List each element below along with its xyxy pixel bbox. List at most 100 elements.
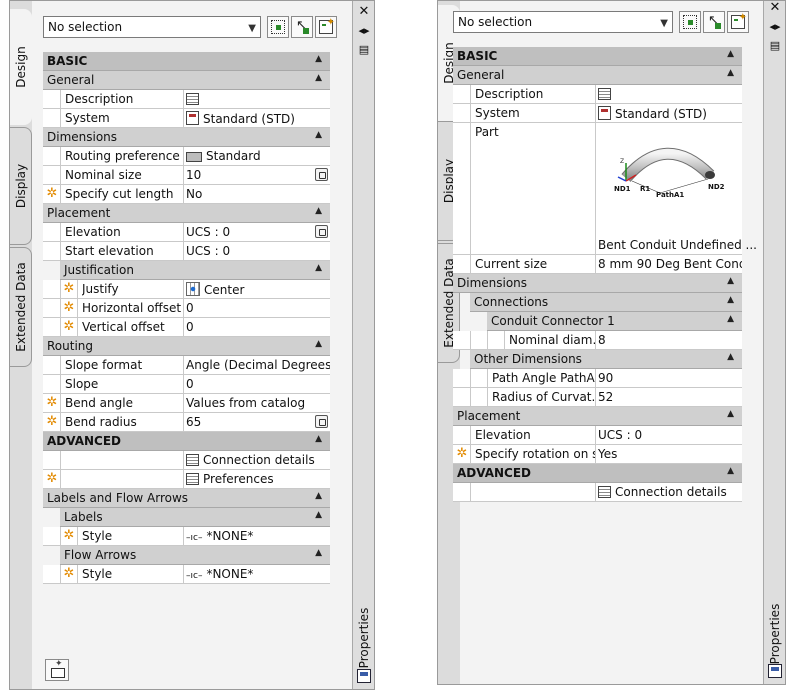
property-row-vertical-offset[interactable]: ✲ Vertical offset 0 (43, 318, 330, 337)
group-labels-and-flow-arrows[interactable]: Labels and Flow Arrows ▲ (43, 489, 330, 508)
bend-angle-value[interactable]: Values from catalog (183, 394, 330, 412)
property-row-slope-format[interactable]: Slope format Angle (Decimal Degrees) (43, 356, 330, 375)
add-property-button[interactable] (45, 659, 69, 681)
property-row-nominal-diameter[interactable]: Nominal diam... 8 (453, 331, 742, 350)
group-flow-arrows[interactable]: Flow Arrows ▲ (60, 546, 330, 565)
selection-dropdown[interactable]: No selection ▼ (453, 11, 673, 33)
group-advanced[interactable]: ADVANCED ▲ (43, 432, 330, 451)
group-labels[interactable]: Labels ▲ (60, 508, 330, 527)
autohide-icon[interactable]: ◂▸ (768, 20, 782, 34)
connection-details-button[interactable]: Connection details (595, 483, 742, 501)
star-icon: ✲ (46, 414, 58, 429)
property-row-horizontal-offset[interactable]: ✲ Horizontal offset 0 (43, 299, 330, 318)
autohide-icon[interactable]: ◂▸ (357, 24, 371, 38)
quick-select-button[interactable] (727, 11, 749, 33)
property-row-description[interactable]: Description (453, 85, 742, 104)
palette-menu-icon[interactable]: ▤ (357, 43, 371, 57)
property-row-flow-arrow-style[interactable]: ✲ Style –ıc– *NONE* (43, 565, 330, 584)
property-row-current-size[interactable]: Current size 8 mm 90 Deg Bent Cond... (453, 255, 742, 274)
title-strip: ✕ ◂▸ ▤ Properties (763, 1, 785, 684)
specify-cut-length-value[interactable]: No (183, 185, 330, 203)
radius-of-curvature-value[interactable]: 52 (595, 388, 742, 406)
property-row-nominal-size[interactable]: Nominal size 10 (43, 166, 330, 185)
group-justification[interactable]: Justification ▲ (60, 261, 330, 280)
select-objects-button[interactable] (679, 11, 701, 33)
group-dimensions[interactable]: Dimensions ▲ (43, 128, 330, 147)
tab-extended-data[interactable]: Extended Data (10, 247, 32, 367)
property-row-routing-preference[interactable]: Routing preference Standard (43, 147, 330, 166)
property-row-elevation[interactable]: Elevation UCS : 0 (43, 223, 330, 242)
elevation-value[interactable]: UCS : 0 (595, 426, 742, 444)
group-advanced[interactable]: ADVANCED ▲ (453, 464, 742, 483)
elevation-value[interactable]: UCS : 0 (183, 223, 330, 241)
specify-rotation-value[interactable]: Yes (595, 445, 742, 463)
property-row-bend-radius[interactable]: ✲ Bend radius 65 (43, 413, 330, 432)
vertical-offset-value[interactable]: 0 (183, 318, 330, 336)
tab-strip: Design Display Extended Data (10, 1, 32, 689)
slope-format-value[interactable]: Angle (Decimal Degrees) (183, 356, 330, 374)
property-row-elevation[interactable]: Elevation UCS : 0 (453, 426, 742, 445)
property-row-bend-angle[interactable]: ✲ Bend angle Values from catalog (43, 394, 330, 413)
property-row-justify[interactable]: ✲ Justify Center (43, 280, 330, 299)
group-conduit-connector-1[interactable]: Conduit Connector 1 ▲ (487, 312, 742, 331)
pick-add-button[interactable] (703, 11, 725, 33)
property-row-part[interactable]: Part Z ND1 R1 PathA1 ND2 Bent Conduit Un… (453, 123, 757, 255)
routing-preference-value[interactable]: Standard (183, 147, 330, 165)
palette-menu-icon[interactable]: ▤ (768, 39, 782, 53)
lock-icon[interactable] (315, 168, 328, 181)
label-style-value[interactable]: –ıc– *NONE* (183, 527, 330, 545)
flow-arrow-style-value[interactable]: –ıc– *NONE* (183, 565, 330, 583)
property-row-description[interactable]: Description (43, 90, 330, 109)
group-routing[interactable]: Routing ▲ (43, 337, 330, 356)
path-angle-value[interactable]: 90 (595, 369, 742, 387)
system-value[interactable]: Standard (STD) (183, 109, 330, 127)
nominal-size-value[interactable]: 10 (183, 166, 330, 184)
group-connections[interactable]: Connections ▲ (470, 293, 742, 312)
property-row-path-angle[interactable]: Path Angle PathA1 90 (453, 369, 742, 388)
property-row-connection-details[interactable]: Connection details (43, 451, 330, 470)
connection-details-button[interactable]: Connection details (183, 451, 330, 469)
group-placement[interactable]: Placement ▲ (43, 204, 330, 223)
group-basic[interactable]: BASIC ▲ (453, 47, 742, 66)
select-objects-button[interactable] (267, 16, 289, 38)
collapse-chevron-icon: ▲ (727, 409, 734, 419)
property-row-start-elevation[interactable]: Start elevation UCS : 0 (43, 242, 330, 261)
bend-radius-value[interactable]: 65 (183, 413, 330, 431)
property-row-radius-of-curvature[interactable]: Radius of Curvat... 52 (453, 388, 742, 407)
description-value[interactable] (183, 90, 330, 108)
lock-icon[interactable] (315, 225, 328, 238)
group-basic[interactable]: BASIC ▲ (43, 52, 330, 71)
nominal-diameter-value[interactable]: 8 (595, 331, 742, 349)
quick-select-button[interactable] (315, 16, 337, 38)
lock-icon[interactable] (315, 415, 328, 428)
property-row-specify-rotation[interactable]: ✲ Specify rotation on s... Yes (453, 445, 742, 464)
collapse-chevron-icon: ▲ (727, 276, 734, 286)
property-row-slope[interactable]: Slope 0 (43, 375, 330, 394)
current-size-value[interactable]: 8 mm 90 Deg Bent Cond... (595, 255, 742, 273)
close-icon[interactable]: ✕ (768, 1, 782, 15)
property-row-specify-cut-length[interactable]: ✲ Specify cut length No (43, 185, 330, 204)
slope-value[interactable]: 0 (183, 375, 330, 393)
group-general[interactable]: General ▲ (43, 71, 330, 90)
property-row-system[interactable]: System Standard (STD) (43, 109, 330, 128)
group-other-dimensions[interactable]: Other Dimensions ▲ (470, 350, 742, 369)
justify-value[interactable]: Center (183, 280, 330, 298)
tab-design[interactable]: Design (10, 9, 32, 125)
part-preview[interactable]: Z ND1 R1 PathA1 ND2 Bent Conduit Undefin… (595, 123, 757, 254)
property-row-connection-details[interactable]: Connection details (453, 483, 742, 502)
preferences-button[interactable]: Preferences (183, 470, 330, 488)
property-row-label-style[interactable]: ✲ Style –ıc– *NONE* (43, 527, 330, 546)
property-row-preferences[interactable]: ✲ Preferences (43, 470, 330, 489)
property-row-system[interactable]: System Standard (STD) (453, 104, 742, 123)
description-value[interactable] (595, 85, 742, 103)
selection-dropdown[interactable]: No selection ▼ (43, 16, 261, 38)
close-icon[interactable]: ✕ (357, 5, 371, 19)
horizontal-offset-value[interactable]: 0 (183, 299, 330, 317)
table-icon (598, 88, 611, 100)
pick-add-button[interactable] (291, 16, 313, 38)
group-dimensions[interactable]: Dimensions ▲ (453, 274, 742, 293)
tab-display[interactable]: Display (10, 127, 32, 245)
group-placement[interactable]: Placement ▲ (453, 407, 742, 426)
system-value[interactable]: Standard (STD) (595, 104, 742, 122)
group-general[interactable]: General ▲ (453, 66, 742, 85)
